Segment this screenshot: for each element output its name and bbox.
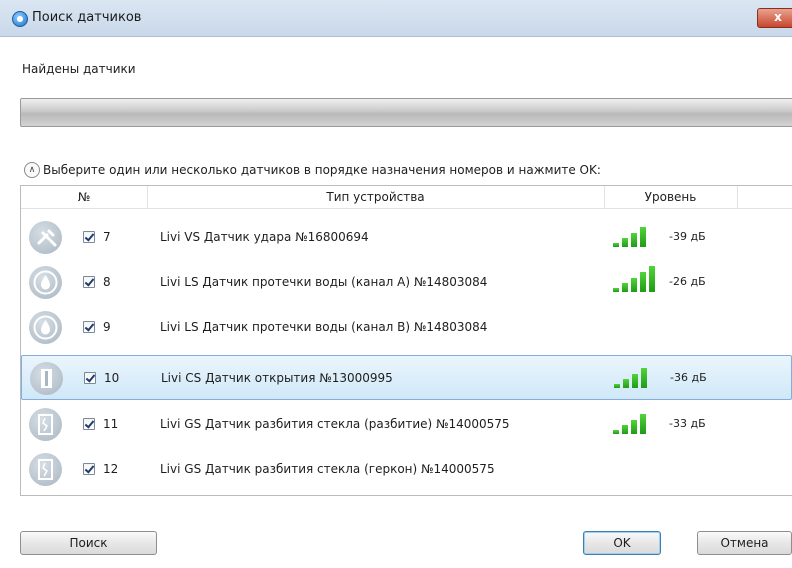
row-number: 8 <box>103 275 111 289</box>
signal-bar <box>614 384 620 388</box>
row-level: -36 дБ <box>670 371 707 384</box>
signal-bar <box>649 266 655 292</box>
row-number: 7 <box>103 230 111 244</box>
column-header-number[interactable]: № <box>21 186 148 208</box>
shock-sensor-icon <box>29 221 62 254</box>
row-device-type: Livi VS Датчик удара №16800694 <box>160 230 369 244</box>
signal-bar <box>631 233 637 247</box>
table-header: № Тип устройства Уровень <box>21 186 792 209</box>
row-number: 12 <box>103 462 119 476</box>
signal-bar <box>622 425 628 434</box>
signal-strength-icon <box>613 408 661 434</box>
table-row[interactable]: 12 Livi GS Датчик разбития стекла (герко… <box>21 447 792 492</box>
signal-bar <box>641 368 647 388</box>
signal-bar <box>623 379 629 388</box>
signal-bar <box>622 238 628 247</box>
row-level: -39 дБ <box>669 230 706 243</box>
signal-bar <box>613 430 619 434</box>
signal-strength-icon <box>613 221 661 247</box>
signal-strength-icon <box>613 311 661 337</box>
row-checkbox[interactable] <box>83 321 95 333</box>
cancel-button[interactable]: Отмена <box>697 531 792 555</box>
row-checkbox[interactable] <box>83 418 95 430</box>
ok-button[interactable]: OK <box>583 531 661 555</box>
search-button[interactable]: Поиск <box>20 531 157 555</box>
glass-break-icon <box>29 408 62 441</box>
signal-strength-icon <box>613 453 661 479</box>
signal-bar <box>640 414 646 434</box>
signal-bar <box>632 374 638 388</box>
sensor-table: № Тип устройства Уровень 7 Livi VS Датчи… <box>20 185 792 496</box>
row-number: 11 <box>103 417 119 431</box>
window-title: Поиск датчиков <box>32 10 142 25</box>
signal-bar <box>640 227 646 247</box>
row-device-type: Livi LS Датчик протечки воды (канал В) №… <box>160 320 488 334</box>
row-device-type: Livi LS Датчик протечки воды (канал А) №… <box>160 275 488 289</box>
row-device-type: Livi CS Датчик открытия №13000995 <box>161 371 393 385</box>
signal-strength-icon <box>613 266 661 292</box>
instruction-text: Выберите один или несколько датчиков в п… <box>43 163 601 177</box>
row-device-type: Livi GS Датчик разбития стекла (разбитие… <box>160 417 510 431</box>
table-row[interactable]: 11 Livi GS Датчик разбития стекла (разби… <box>21 402 792 447</box>
door-open-icon <box>30 362 63 395</box>
row-checkbox[interactable] <box>83 231 95 243</box>
water-leak-icon <box>29 266 62 299</box>
title-bar: Поиск датчиков x <box>0 0 792 37</box>
column-header-device-type[interactable]: Тип устройства <box>147 186 605 208</box>
signal-bar <box>613 288 619 292</box>
table-row[interactable]: 9 Livi LS Датчик протечки воды (канал В)… <box>21 305 792 350</box>
signal-bar <box>631 420 637 434</box>
signal-bar <box>640 272 646 292</box>
search-progress-bar <box>20 98 792 127</box>
signal-bar <box>631 278 637 292</box>
found-sensors-label: Найдены датчики <box>22 62 136 76</box>
row-checkbox[interactable] <box>83 276 95 288</box>
table-row[interactable]: 7 Livi VS Датчик удара №16800694 -39 дБ <box>21 215 792 260</box>
close-button[interactable]: x <box>757 8 792 28</box>
column-header-level[interactable]: Уровень <box>604 186 738 208</box>
signal-strength-icon <box>614 362 662 388</box>
table-row[interactable]: 8 Livi LS Датчик протечки воды (канал А)… <box>21 260 792 305</box>
row-device-type: Livi GS Датчик разбития стекла (геркон) … <box>160 462 495 476</box>
row-level: -26 дБ <box>669 275 706 288</box>
row-number: 10 <box>104 371 120 385</box>
table-row-selected[interactable]: 10 Livi CS Датчик открытия №13000995 -36… <box>21 355 792 400</box>
row-checkbox[interactable] <box>84 372 96 384</box>
app-icon <box>12 11 28 27</box>
row-level: -33 дБ <box>669 417 706 430</box>
signal-bar <box>613 243 619 247</box>
water-leak-icon <box>29 311 62 344</box>
row-number: 9 <box>103 320 111 334</box>
glass-break-icon <box>29 453 62 486</box>
signal-bar <box>622 283 628 292</box>
collapse-chevron-icon[interactable]: ∧ <box>24 162 40 178</box>
row-checkbox[interactable] <box>83 463 95 475</box>
